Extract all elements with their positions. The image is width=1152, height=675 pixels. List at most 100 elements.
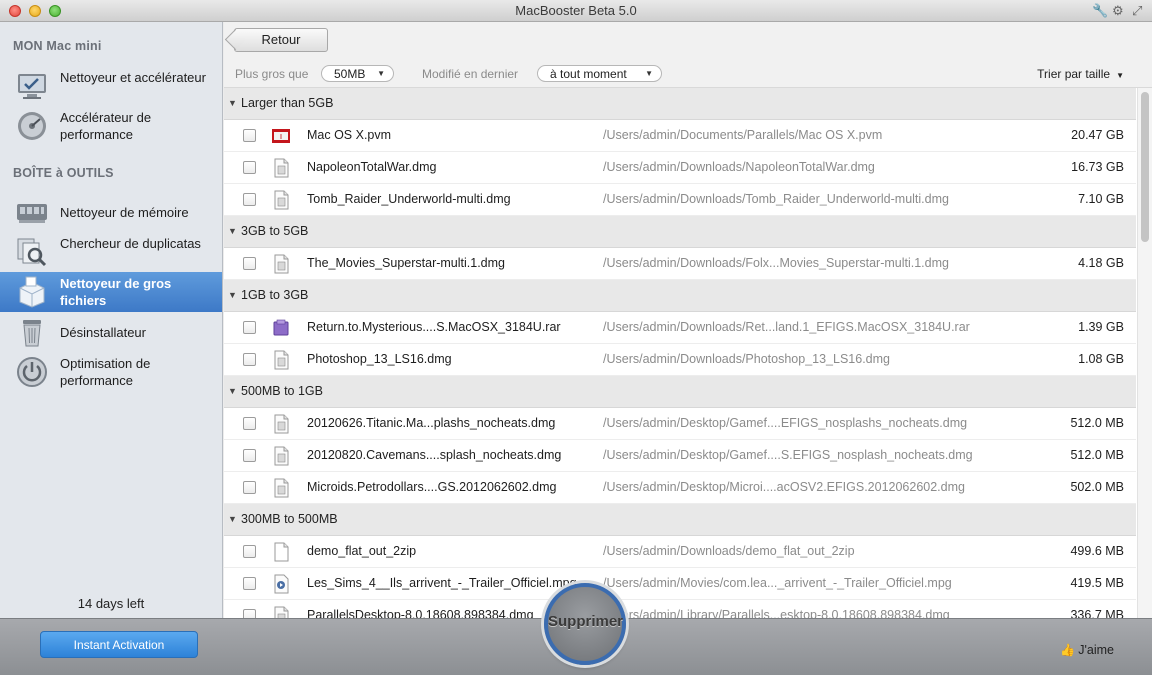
back-button-label: Retour (261, 32, 301, 47)
trial-days-left: 14 days left (77, 596, 145, 611)
trash-icon (23, 320, 41, 347)
instant-activation-button[interactable]: Instant Activation (40, 631, 198, 658)
file-row[interactable]: Tomb_Raider_Underworld-multi.dmg/Users/a… (224, 184, 1136, 216)
file-name: The_Movies_Superstar-multi.1.dmg (307, 256, 505, 270)
date-filter-label: Modifié en dernier (422, 67, 519, 81)
file-checkbox[interactable] (243, 417, 256, 430)
scrollbar-thumb[interactable] (1141, 92, 1149, 242)
duplicate-search-icon (17, 238, 47, 267)
file-path: /Users/admin/Desktop/Microi....acOSV2.EF… (603, 480, 965, 494)
file-size: 502.0 MB (1070, 480, 1124, 494)
date-filter-select[interactable]: à tout moment ▼ (537, 65, 662, 82)
file-size: 4.18 GB (1078, 256, 1124, 270)
file-checkbox[interactable] (243, 129, 256, 142)
file-checkbox[interactable] (243, 449, 256, 462)
file-checkbox[interactable] (243, 321, 256, 334)
document-icon (274, 158, 289, 178)
chevron-down-icon: ▼ (1116, 71, 1124, 80)
gear-icon[interactable]: ⚙ (1112, 3, 1124, 19)
document-icon (274, 446, 289, 466)
back-button[interactable]: Retour (234, 28, 328, 52)
file-path: /Users/admin/Desktop/Gamef....S.EFIGS_no… (603, 448, 973, 462)
file-row[interactable]: demo_flat_out_2zip/Users/admin/Downloads… (224, 536, 1136, 568)
file-name: demo_flat_out_2zip (307, 544, 417, 558)
file-row[interactable]: The_Movies_Superstar-multi.1.dmg/Users/a… (224, 248, 1136, 280)
big-file-box-icon (19, 276, 45, 308)
size-group-header[interactable]: ▼ 1GB to 3GB (224, 280, 1136, 312)
sidebar-item-label: Chercheur de duplicatas (60, 236, 201, 251)
file-checkbox[interactable] (243, 609, 256, 618)
sidebar-item-big-file-cleaner[interactable]: Nettoyeur de gros fichiers (0, 272, 222, 312)
file-path: /Users/admin/Documents/Parallels/Mac OS … (603, 128, 883, 142)
sidebar-section-toolbox: BOÎTE à OUTILS (13, 166, 114, 180)
file-row[interactable]: Photoshop_13_LS16.dmg/Users/admin/Downlo… (224, 344, 1136, 376)
disclosure-triangle-icon[interactable]: ▼ (228, 226, 237, 236)
file-row[interactable]: Return.to.Mysterious....S.MacOSX_3184U.r… (224, 312, 1136, 344)
file-size: 1.39 GB (1078, 320, 1124, 334)
filter-bar: Plus gros que 50MB ▼ Modifié en dernier … (224, 60, 1152, 88)
file-row[interactable]: NapoleonTotalWar.dmg/Users/admin/Downloa… (224, 152, 1136, 184)
file-path: /Users/admin/Downloads/Folx...Movies_Sup… (603, 256, 949, 270)
disclosure-triangle-icon[interactable]: ▼ (228, 98, 237, 108)
disclosure-triangle-icon[interactable]: ▼ (228, 514, 237, 524)
file-checkbox[interactable] (243, 577, 256, 590)
file-path: /Users/admin/Downloads/demo_flat_out_2zi… (603, 544, 855, 558)
like-button[interactable]: 👍 J'aime (1060, 643, 1114, 657)
file-checkbox[interactable] (243, 161, 256, 174)
window-title: MacBooster Beta 5.0 (515, 3, 637, 18)
file-row[interactable]: Les_Sims_4__Ils_arrivent_-_Trailer_Offic… (224, 568, 1136, 600)
sidebar-item-uninstaller[interactable]: Désinstallateur (0, 312, 222, 352)
file-checkbox[interactable] (243, 353, 256, 366)
file-path: /Users/admin/Library/Parallels...esktop-… (603, 608, 950, 618)
file-row[interactable]: Microids.Petrodollars....GS.2012062602.d… (224, 472, 1136, 504)
main-panel: Retour Plus gros que 50MB ▼ Modifié en d… (224, 22, 1152, 618)
sidebar-item-memory-cleaner[interactable]: Nettoyeur de mémoire (0, 192, 222, 232)
sidebar-item-cleaner-accelerator[interactable]: Nettoyeur et accélérateur (0, 66, 222, 106)
sidebar-section-my-mac: MON Mac mini (13, 39, 102, 53)
size-group-header[interactable]: ▼ 500MB to 1GB (224, 376, 1136, 408)
sidebar-item-duplicate-finder[interactable]: Chercheur de duplicatas (0, 232, 222, 272)
delete-button[interactable]: Supprimer (544, 583, 626, 665)
size-group-header[interactable]: ▼ 300MB to 500MB (224, 504, 1136, 536)
monitor-check-icon (18, 74, 46, 99)
like-label: J'aime (1078, 643, 1114, 657)
group-label: 300MB to 500MB (241, 512, 338, 526)
sidebar-item-label: Accélérateur de performance (60, 110, 152, 142)
file-row[interactable]: 20120626.Titanic.Ma...plashs_nocheats.dm… (224, 408, 1136, 440)
sidebar-item-performance-accelerator[interactable]: Accélérateur de performance (0, 106, 222, 146)
file-path: /Users/admin/Movies/com.lea..._arrivent_… (603, 576, 952, 590)
fullscreen-icon[interactable]: ⤢ (1132, 3, 1142, 19)
document-icon (274, 478, 289, 498)
file-name: NapoleonTotalWar.dmg (307, 160, 437, 174)
vertical-scrollbar[interactable] (1137, 88, 1152, 618)
title-bar: MacBooster Beta 5.0 🔧 ⚙ ⤢ (0, 0, 1152, 22)
file-name: 20120626.Titanic.Ma...plashs_nocheats.dm… (307, 416, 556, 430)
file-checkbox[interactable] (243, 257, 256, 270)
file-name: Les_Sims_4__Ils_arrivent_-_Trailer_Offic… (307, 576, 577, 590)
document-icon (274, 190, 289, 210)
disclosure-triangle-icon[interactable]: ▼ (228, 290, 237, 300)
file-checkbox[interactable] (243, 481, 256, 494)
file-checkbox[interactable] (243, 193, 256, 206)
instant-activation-label: Instant Activation (73, 638, 165, 652)
file-name: ParallelsDesktop-8.0.18608.898384.dmg (307, 608, 534, 618)
document-icon (274, 414, 289, 434)
file-checkbox[interactable] (243, 545, 256, 558)
disclosure-triangle-icon[interactable]: ▼ (228, 386, 237, 396)
group-label: 1GB to 3GB (241, 288, 309, 302)
file-row[interactable]: 20120820.Cavemans....splash_nocheats.dmg… (224, 440, 1136, 472)
sidebar-item-performance-optimization[interactable]: Optimisation de performance (0, 352, 222, 392)
sidebar: MON Mac mini Nettoyeur et accélérateur A… (0, 22, 223, 618)
file-row[interactable]: ParallelsDesktop-8.0.18608.898384.dmg/Us… (224, 600, 1136, 618)
parallels-icon: || (272, 129, 290, 143)
sort-menu[interactable]: Trier par taille ▼ (1037, 67, 1124, 81)
wrench-icon[interactable]: 🔧 (1092, 3, 1108, 19)
video-file-icon (274, 574, 289, 594)
rar-archive-icon (273, 319, 289, 336)
size-group-header[interactable]: ▼ Larger than 5GB (224, 88, 1136, 120)
file-row[interactable]: || Mac OS X.pvm/Users/admin/Documents/Par… (224, 120, 1136, 152)
sidebar-item-label: Nettoyeur de mémoire (60, 205, 189, 220)
memory-chip-icon (17, 204, 47, 223)
size-filter-select[interactable]: 50MB ▼ (321, 65, 394, 82)
size-group-header[interactable]: ▼ 3GB to 5GB (224, 216, 1136, 248)
